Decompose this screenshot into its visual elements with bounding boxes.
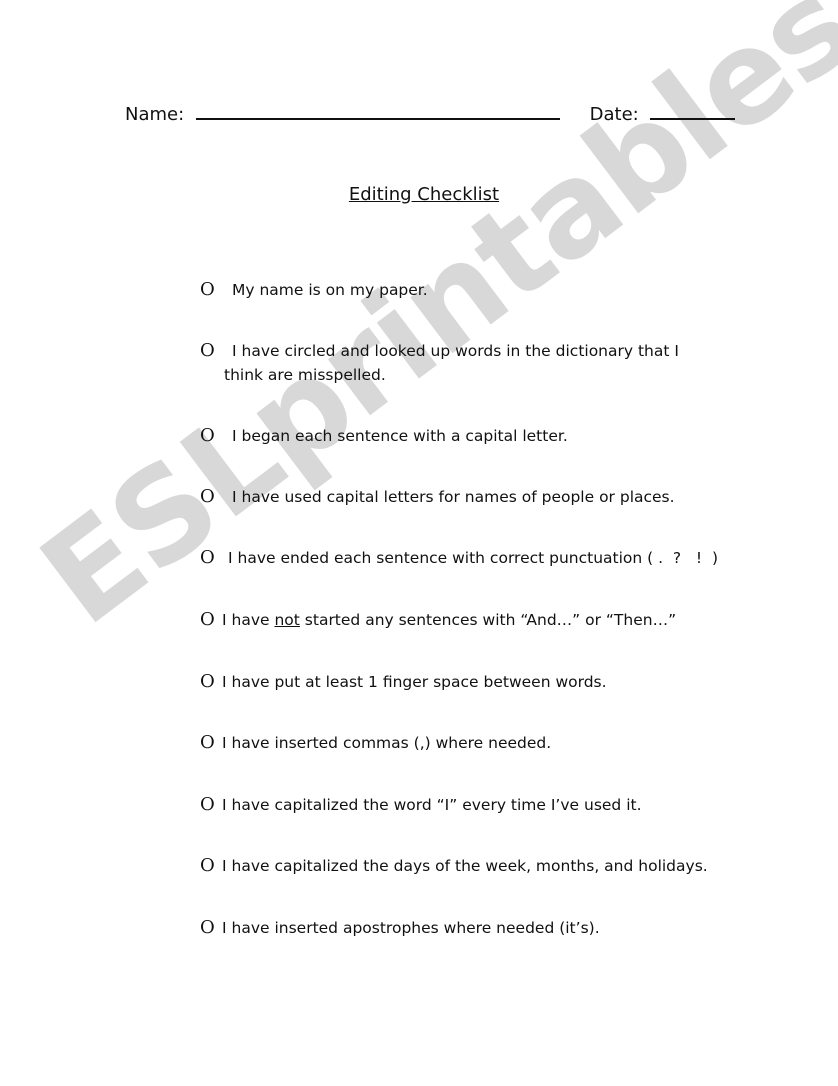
checklist-item: OI have inserted commas (,) where needed… xyxy=(200,731,740,755)
checklist-item: O My name is on my paper. xyxy=(200,278,740,302)
item-text: I have inserted apostrophes where needed… xyxy=(222,919,600,937)
checklist-item: OI have not started any sentences with “… xyxy=(200,608,740,632)
checkbox-circle-icon[interactable]: O xyxy=(200,339,218,363)
checklist-item: OI have put at least 1 finger space betw… xyxy=(200,670,740,694)
checklist-item: O I began each sentence with a capital le… xyxy=(200,424,740,448)
date-label: Date: xyxy=(589,104,639,125)
checklist-item: OI have inserted apostrophes where neede… xyxy=(200,916,740,940)
item-text: I have used capital letters for names of… xyxy=(232,488,675,506)
checklist-item: O I have used capital letters for names o… xyxy=(200,485,740,509)
item-text-pre: I have xyxy=(222,611,275,629)
checkbox-circle-icon[interactable]: O xyxy=(200,793,218,817)
checkbox-circle-icon[interactable]: O xyxy=(200,731,218,755)
item-text: My name is on my paper. xyxy=(232,281,428,299)
checkbox-circle-icon[interactable]: O xyxy=(200,916,218,940)
checklist-item: OI have capitalized the days of the week… xyxy=(200,854,760,878)
header-row: Name: Date: xyxy=(125,102,736,125)
item-text: I have put at least 1 finger space betwe… xyxy=(222,673,607,691)
name-blank-line[interactable] xyxy=(195,102,560,120)
checkbox-circle-icon[interactable]: O xyxy=(200,608,218,632)
item-text-emphasis: not xyxy=(274,611,300,629)
item-text: I have circled and looked up words in th… xyxy=(232,342,679,360)
date-blank-line[interactable] xyxy=(650,102,736,120)
item-text-post: started any sentences with “And…” or “Th… xyxy=(299,611,677,629)
checklist-item: OI have capitalized the word “I” every t… xyxy=(200,793,740,817)
name-label: Name: xyxy=(125,104,185,125)
checkbox-circle-icon[interactable]: O xyxy=(200,485,218,509)
checkbox-circle-icon[interactable]: O xyxy=(200,670,218,694)
checklist-item: O I have ended each sentence with correct… xyxy=(200,546,760,570)
checklist-item: O I have circled and looked up words in t… xyxy=(200,339,740,387)
item-text: I have capitalized the word “I” every ti… xyxy=(222,796,642,814)
checkbox-circle-icon[interactable]: O xyxy=(200,546,218,570)
item-text: I have ended each sentence with correct … xyxy=(228,549,719,567)
item-text: I began each sentence with a capital let… xyxy=(232,427,568,445)
checkbox-circle-icon[interactable]: O xyxy=(200,424,218,448)
item-text-continuation: think are misspelled. xyxy=(224,366,386,384)
item-text: I have inserted commas (,) where needed. xyxy=(222,734,552,752)
item-text: I have capitalized the days of the week,… xyxy=(222,857,708,875)
checkbox-circle-icon[interactable]: O xyxy=(200,854,218,878)
page-title: Editing Checklist xyxy=(348,184,500,205)
checkbox-circle-icon[interactable]: O xyxy=(200,278,218,302)
